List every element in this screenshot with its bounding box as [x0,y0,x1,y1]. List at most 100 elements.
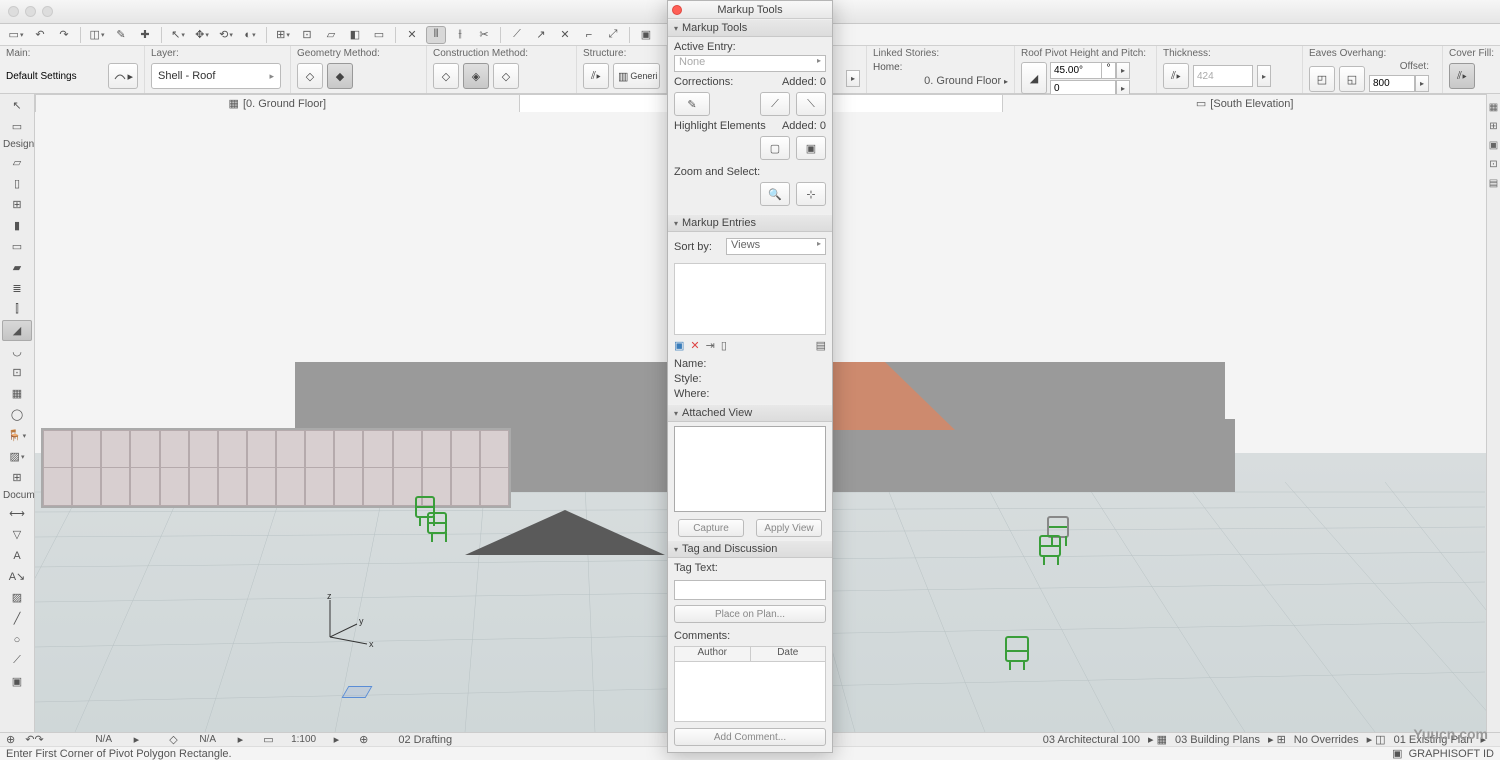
scale-value[interactable] [274,734,334,745]
redo-button[interactable]: ↷ [54,26,74,44]
fillet-button[interactable]: ⌐ [579,26,599,44]
section-tag-discussion[interactable]: Tag and Discussion [668,540,832,558]
struct-icon-1[interactable]: ⫽▸ [583,63,609,89]
pitch-icon[interactable]: ◢ [1021,62,1047,94]
curtain-tool[interactable]: ▦ [2,383,32,404]
geom-method-1[interactable]: ◇ [297,63,323,89]
text-tool[interactable]: A [2,545,32,566]
slab-tool[interactable]: ▰ [2,257,32,278]
entries-list[interactable] [674,263,826,335]
entry-export-btn[interactable]: ▯ [721,339,727,352]
entry-page-btn[interactable]: ▤ [816,339,826,352]
section-markup-tools[interactable]: Markup Tools [668,19,832,37]
label-tool[interactable]: A↘ [2,566,32,587]
marquee-tool[interactable]: ▭ [2,116,32,137]
nav-icon-5[interactable]: ▤ [1489,178,1498,189]
align-v-button[interactable]: ⫲ [450,26,470,44]
suspend-button[interactable]: ✕ [402,26,422,44]
beam-tool[interactable]: ▭ [2,236,32,257]
arrow-dropdown[interactable]: ↖ [168,26,188,44]
add-comment-button[interactable]: Add Comment... [674,728,826,746]
settings-button[interactable]: ▸ [108,63,138,89]
zoom-in-icon[interactable]: ↷ [34,733,43,746]
ref-button[interactable]: ▭ [369,26,389,44]
new-dropdown[interactable]: ▭ [6,26,26,44]
dim-tool[interactable]: ⟷ [2,503,32,524]
tab-south-elevation[interactable]: ▭[South Elevation] [1002,94,1487,112]
line-tool[interactable]: ╱ [2,608,32,629]
active-entry-select[interactable]: None [674,55,826,72]
correction-add-btn[interactable]: ✎ [674,92,710,116]
offset-arrow[interactable]: ▸ [1415,75,1429,92]
place-on-plan-button[interactable]: Place on Plan... [674,605,826,623]
angle-input[interactable] [1050,62,1102,79]
circle-tool[interactable]: ○ [2,629,32,650]
arrow-tool[interactable]: ↖ [2,95,32,116]
close-icon[interactable] [672,5,682,15]
column-tool[interactable]: ▮ [2,215,32,236]
eaves-icon-1[interactable]: ◰ [1309,66,1335,92]
angle-arrow[interactable]: ▸ [1116,62,1130,79]
constr-1[interactable]: ◇ [433,63,459,89]
arch-status[interactable]: 03 Architectural 100 [1043,734,1140,746]
rotate-dropdown[interactable]: ⟲ [216,26,236,44]
thickness-icon[interactable]: ⫽▸ [1163,63,1189,89]
section-markup-entries[interactable]: Markup Entries [668,214,832,232]
markup-tools-panel[interactable]: Markup Tools Markup Tools Active Entry: … [667,0,833,753]
adjust-button[interactable]: ↗ [531,26,551,44]
layer-dropdown[interactable]: Shell - Roof [151,63,281,89]
shell-tool[interactable]: ◡ [2,341,32,362]
zoom-out-icon[interactable]: ↶ [25,733,34,746]
entry-new-btn[interactable]: ▣ [674,339,684,352]
nav-arrow[interactable]: ▸ [846,70,860,87]
panel-titlebar[interactable]: Markup Tools [668,1,832,19]
trim-button[interactable]: ✂ [474,26,494,44]
nav-icon-2[interactable]: ⊞ [1489,121,1497,132]
nav-icon-1[interactable]: ▦ [1489,102,1498,113]
coord-y[interactable] [178,734,238,745]
correction-btn-2[interactable]: ⟋ [760,92,790,116]
zone-tool[interactable]: ▨ [2,446,32,467]
nav-icon-4[interactable]: ⊡ [1489,159,1497,170]
nav-icon-3[interactable]: ▣ [1489,140,1498,151]
highlight-btn-1[interactable]: ▢ [760,136,790,160]
thickness-input[interactable] [1193,65,1253,87]
section-attached-view[interactable]: Attached View [668,404,832,422]
traffic-lights[interactable] [8,6,53,17]
offset-input[interactable] [1369,75,1415,92]
plans-status[interactable]: 03 Building Plans [1175,734,1260,746]
trace-button[interactable]: ◧ [345,26,365,44]
resize-button[interactable]: ⤢ [603,26,623,44]
grid-dropdown[interactable]: ⊞ [273,26,293,44]
drafting-status[interactable]: 02 Drafting [398,734,452,746]
overrides-status[interactable]: No Overrides [1294,734,1359,746]
zoom-icon[interactable]: ⊕ [359,733,368,746]
window-tool[interactable]: ⊞ [2,194,32,215]
intersect-button[interactable]: ✕ [555,26,575,44]
color-button[interactable]: ✚ [135,26,155,44]
apply-view-button[interactable]: Apply View [756,519,822,537]
skylight-tool[interactable]: ⊡ [2,362,32,383]
level-tool[interactable]: ▽ [2,524,32,545]
zoom-btn[interactable]: 🔍 [760,182,790,206]
drawing-tool[interactable]: ▣ [2,671,32,692]
mesh-tool[interactable]: ⊞ [2,467,32,488]
geom-method-2[interactable]: ◆ [327,63,353,89]
railing-tool[interactable]: ⫿ [2,299,32,320]
stair-tool[interactable]: ≣ [2,278,32,299]
camera-button[interactable]: ▣ [636,26,656,44]
morph-tool[interactable]: ◯ [2,404,32,425]
select-btn[interactable]: ⊹ [796,182,826,206]
capture-button[interactable]: Capture [678,519,744,537]
constr-2[interactable]: ◈ [463,63,489,89]
step-icon-2[interactable]: ▸ [238,733,244,746]
cover-fill-button[interactable]: ⫽▸ [1449,63,1475,89]
thickness-arrow[interactable]: ▸ [1257,65,1271,87]
align-h-button[interactable]: ⫴ [426,26,446,44]
door-tool[interactable]: ▯ [2,173,32,194]
coord-x[interactable] [74,734,134,745]
comments-list[interactable] [674,662,826,722]
entry-delete-btn[interactable]: ✕ [690,339,699,352]
sync-icon[interactable]: ▣ [1392,748,1402,760]
fill-tool[interactable]: ▨ [2,587,32,608]
